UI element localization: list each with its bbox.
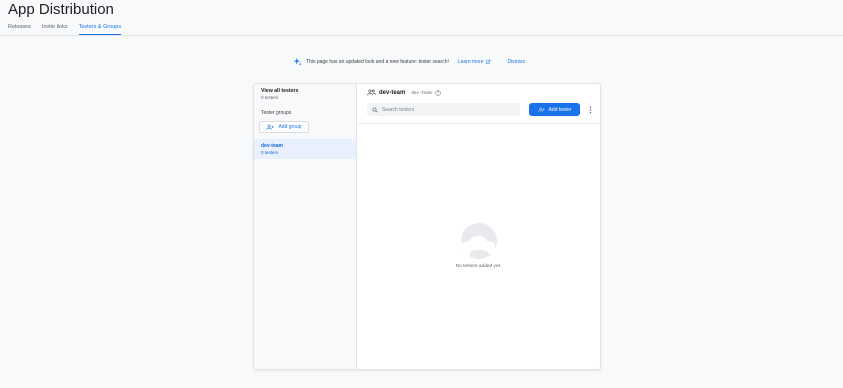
search-bar (367, 103, 520, 116)
group-title: dev-team (379, 89, 406, 96)
add-tester-button[interactable]: Add tester (529, 103, 580, 116)
learn-more-link[interactable]: Learn more (458, 59, 492, 65)
cloud-illustration (458, 223, 501, 259)
detail-divider (357, 123, 600, 124)
group-detail-pane: dev-team dev-team Add tester (357, 84, 600, 369)
empty-message: No testers added yet. (455, 264, 502, 269)
view-all-testers-count: 0 testers (261, 95, 279, 100)
group-alias: dev-team (411, 90, 432, 95)
group-count: 0 testers (261, 150, 279, 155)
banner-text: This page has an updated look and a new … (306, 58, 449, 65)
tab-releases[interactable]: Releases (8, 24, 31, 35)
view-all-testers[interactable]: View all testers 0 testers (261, 88, 298, 100)
add-group-label: Add group (278, 124, 302, 130)
search-input[interactable] (382, 106, 502, 113)
help-circle-icon[interactable] (434, 89, 441, 96)
add-person-icon (538, 107, 545, 112)
more-vert-icon (589, 106, 591, 113)
page-title: App Distribution (8, 1, 114, 18)
tester-groups-heading: Tester groups (261, 110, 292, 116)
learn-more-label: Learn more (457, 58, 484, 65)
tab-testers-groups[interactable]: Testers & Groups (78, 24, 122, 35)
view-all-testers-label: View all testers (261, 88, 299, 94)
group-header: dev-team dev-team (367, 89, 441, 96)
search-icon (372, 107, 378, 112)
feature-banner: This page has an updated look and a new … (293, 57, 525, 66)
sparkle-icon (293, 57, 302, 66)
dismiss-button[interactable]: Dismiss (507, 59, 525, 65)
group-name: dev-team (261, 143, 283, 149)
header-divider (0, 35, 843, 36)
empty-state: No testers added yet. (357, 222, 600, 269)
sidebar-item-dev-team[interactable]: dev-team 0 testers (254, 139, 356, 159)
nav-tabs: Releases Invite links Testers & Groups (8, 24, 122, 35)
add-person-icon (266, 124, 275, 130)
groups-sidebar: View all testers 0 testers Tester groups… (254, 84, 357, 369)
testers-groups-card: View all testers 0 testers Tester groups… (253, 83, 601, 370)
people-icon (367, 89, 376, 96)
more-options-button[interactable] (586, 103, 594, 116)
external-link-icon (486, 59, 491, 64)
add-tester-label: Add tester (548, 106, 572, 113)
add-group-button[interactable]: Add group (259, 121, 309, 133)
tab-invite-links[interactable]: Invite links (42, 24, 68, 35)
